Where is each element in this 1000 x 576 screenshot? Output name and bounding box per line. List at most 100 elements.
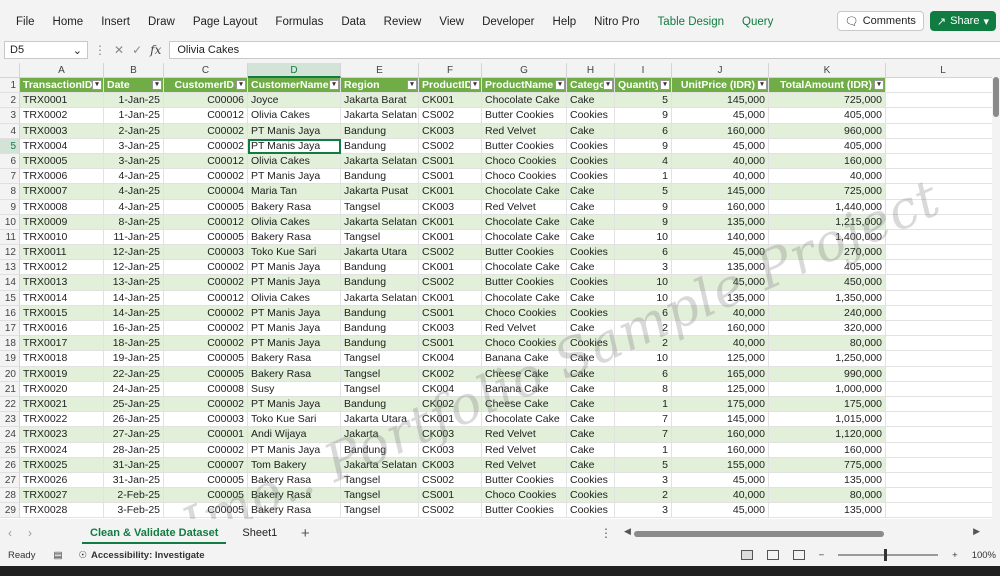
table-cell[interactable]: Choco Cookies [482,336,567,352]
row-header[interactable]: 8 [0,184,20,200]
table-cell[interactable]: Bandung [341,396,419,413]
table-cell[interactable]: 45,000 [672,503,769,519]
table-cell[interactable]: 45,000 [672,245,769,261]
table-cell[interactable]: 3-Jan-25 [104,138,164,154]
horizontal-scroll-thumb[interactable] [634,531,884,537]
table-cell[interactable]: CK001 [419,260,482,276]
table-cell[interactable]: TRX0008 [20,199,104,215]
table-cell[interactable]: CS002 [419,138,482,154]
table-cell[interactable]: 160,000 [769,153,886,170]
table-cell[interactable]: Cookies [567,245,615,261]
table-cell[interactable]: Cookies [567,503,615,519]
table-cell[interactable]: Tangsel [341,503,419,519]
table-cell[interactable]: 28-Jan-25 [104,442,164,458]
table-cell[interactable]: 1,000,000 [769,381,886,397]
row-header[interactable]: 10 [0,214,20,230]
table-cell[interactable]: 145,000 [672,93,769,109]
zoom-level[interactable]: 100% [972,550,996,561]
table-cell[interactable]: Jakarta Selatan [341,457,419,473]
table-header-cell[interactable]: CustomerID ▾ [164,78,248,94]
table-cell[interactable]: C00002 [164,123,248,139]
table-cell[interactable]: Cookies [567,153,615,170]
table-cell[interactable]: 135,000 [769,472,886,489]
table-cell[interactable]: Cookies [567,472,615,489]
table-cell[interactable]: Cake [567,123,615,139]
table-cell[interactable]: 1,400,000 [769,229,886,246]
table-cell[interactable]: 40,000 [672,488,769,504]
comments-button[interactable]: 🗨 Comments [836,11,924,31]
table-cell[interactable]: Bandung [341,169,419,185]
table-cell[interactable]: Jakarta Barat [341,93,419,109]
table-cell[interactable]: TRX0007 [20,184,104,200]
page-break-view-icon[interactable] [792,550,805,560]
table-cell[interactable]: 26-Jan-25 [104,412,164,428]
table-cell[interactable]: 45,000 [672,472,769,489]
table-cell[interactable]: PT Manis Jaya [248,336,341,352]
table-cell[interactable]: PT Manis Jaya [248,442,341,458]
worksheet-grid[interactable]: ABCDEFGHIJKL 1 TransactionID ▾ Date ▾ Custome… [0,63,992,519]
ribbon-tab-page-layout[interactable]: Page Layout [184,8,267,36]
table-cell[interactable]: TRX0002 [20,108,104,124]
table-cell[interactable]: Chocolate Cake [482,260,567,276]
table-cell[interactable]: 5 [615,93,672,109]
table-cell[interactable]: Red Velvet [482,321,567,337]
filter-dropdown-icon[interactable]: ▾ [329,80,339,91]
table-cell[interactable]: 4-Jan-25 [104,184,164,200]
table-cell[interactable]: C00002 [164,336,248,352]
table-cell[interactable]: 1-Jan-25 [104,93,164,109]
table-cell[interactable]: Susy [248,381,341,397]
table-cell[interactable]: Choco Cookies [482,153,567,170]
table-cell[interactable]: 6 [615,123,672,139]
table-cell[interactable]: 22-Jan-25 [104,366,164,382]
row-header[interactable]: 6 [0,153,20,170]
scroll-left-icon[interactable]: ◀ [624,526,631,537]
table-cell[interactable]: 160,000 [672,427,769,443]
empty-cell[interactable] [886,488,992,504]
table-cell[interactable]: 80,000 [769,336,886,352]
table-header-cell[interactable]: TransactionID ▾ [20,78,104,94]
table-cell[interactable]: 3 [615,472,672,489]
table-cell[interactable]: 14-Jan-25 [104,305,164,321]
row-header[interactable]: 11 [0,229,20,246]
empty-cell[interactable] [886,184,992,200]
table-cell[interactable]: 40,000 [672,169,769,185]
normal-view-icon[interactable] [740,550,753,560]
empty-cell[interactable] [886,230,992,246]
empty-cell[interactable] [886,260,992,276]
table-cell[interactable]: C00012 [164,108,248,124]
table-cell[interactable]: C00002 [164,169,248,185]
table-cell[interactable]: 40,000 [672,305,769,321]
table-cell[interactable]: 725,000 [769,184,886,200]
table-cell[interactable]: C00006 [164,93,248,109]
ribbon-tab-formulas[interactable]: Formulas [266,8,332,36]
zoom-out-icon[interactable]: − [819,550,825,561]
column-header-a[interactable]: A [20,63,104,78]
table-cell[interactable]: 11-Jan-25 [104,229,164,246]
table-cell[interactable]: CK001 [419,290,482,306]
table-cell[interactable]: CK003 [419,427,482,443]
table-cell[interactable]: 45,000 [672,275,769,291]
table-cell[interactable]: 8-Jan-25 [104,214,164,230]
ribbon-tab-review[interactable]: Review [375,8,431,36]
column-header-c[interactable]: C [164,63,248,78]
table-cell[interactable]: Cake [567,396,615,413]
table-cell[interactable]: Tangsel [341,366,419,382]
empty-cell[interactable] [886,275,992,291]
table-cell[interactable]: 40,000 [769,169,886,185]
zoom-slider-knob[interactable] [884,549,888,561]
ribbon-tab-developer[interactable]: Developer [473,8,543,36]
table-cell[interactable]: 1,350,000 [769,290,886,306]
table-cell[interactable]: CS002 [419,275,482,291]
table-cell[interactable]: PT Manis Jaya [248,138,341,154]
column-header-i[interactable]: I [615,63,672,78]
table-cell[interactable]: Cookies [567,275,615,291]
table-cell[interactable]: 270,000 [769,245,886,261]
ribbon-tab-table-design[interactable]: Table Design [649,8,733,36]
table-cell[interactable]: CS001 [419,336,482,352]
table-cell[interactable]: C00002 [164,321,248,337]
empty-cell[interactable] [886,458,992,473]
table-cell[interactable]: PT Manis Jaya [248,275,341,291]
table-cell[interactable]: Bandung [341,321,419,337]
empty-cell[interactable] [886,93,992,109]
table-cell[interactable]: 3-Jan-25 [104,153,164,170]
